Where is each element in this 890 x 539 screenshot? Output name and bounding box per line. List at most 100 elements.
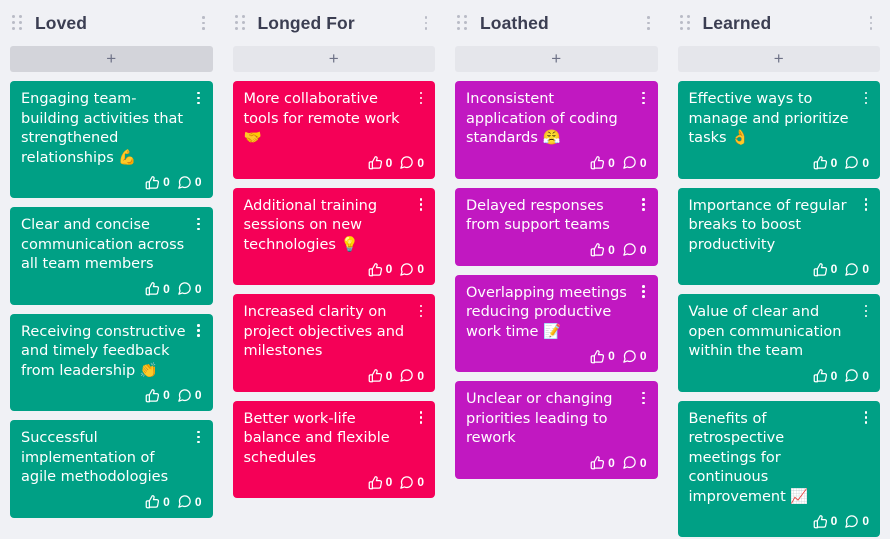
card-menu-icon[interactable] bbox=[860, 90, 872, 106]
like-button[interactable]: 0 bbox=[813, 514, 837, 529]
card-footer: 00 bbox=[466, 454, 647, 472]
comment-button[interactable]: 0 bbox=[844, 155, 869, 170]
like-button[interactable]: 0 bbox=[590, 349, 615, 364]
card-menu-icon[interactable] bbox=[860, 303, 872, 319]
card-menu-icon[interactable] bbox=[193, 90, 205, 106]
retro-card[interactable]: Effective ways to manage and prioritize … bbox=[677, 81, 880, 179]
card-menu-icon[interactable] bbox=[193, 429, 205, 445]
like-button[interactable]: 0 bbox=[368, 262, 392, 277]
board-column-learned: Learned + Effective ways to manage and pri… bbox=[668, 0, 890, 539]
comment-button[interactable]: 0 bbox=[622, 155, 647, 170]
comment-bubble-icon bbox=[177, 281, 192, 296]
add-card-button[interactable]: + bbox=[10, 46, 213, 72]
card-menu-icon[interactable] bbox=[415, 197, 427, 213]
retro-card[interactable]: Inconsistent application of coding stand… bbox=[455, 81, 658, 179]
add-card-button[interactable]: + bbox=[677, 46, 880, 72]
column-menu-icon[interactable] bbox=[419, 14, 433, 32]
like-button[interactable]: 0 bbox=[368, 368, 392, 383]
drag-handle-icon[interactable] bbox=[679, 15, 694, 31]
card-menu-icon[interactable] bbox=[193, 323, 205, 339]
retro-card[interactable]: Delayed responses from support teams 0 0 bbox=[455, 187, 658, 266]
like-button[interactable]: 0 bbox=[368, 475, 393, 490]
card-menu-icon[interactable] bbox=[193, 216, 205, 232]
comment-button[interactable]: 0 bbox=[399, 475, 424, 490]
comment-bubble-icon bbox=[844, 262, 859, 277]
comment-button[interactable]: 0 bbox=[177, 281, 202, 296]
comment-button[interactable]: 0 bbox=[177, 388, 202, 403]
retro-card[interactable]: Unclear or changing priorities leading t… bbox=[455, 381, 658, 479]
card-menu-icon[interactable] bbox=[638, 90, 650, 106]
comment-button[interactable]: 0 bbox=[622, 349, 647, 364]
card-footer: 00 bbox=[689, 154, 869, 172]
retro-card[interactable]: Increased clarity on project objectives … bbox=[232, 294, 435, 392]
card-menu-icon[interactable] bbox=[860, 197, 872, 213]
comment-bubble-icon bbox=[399, 262, 414, 277]
column-menu-icon[interactable] bbox=[197, 14, 211, 32]
card-menu-icon[interactable] bbox=[415, 410, 427, 426]
comment-count: 0 bbox=[417, 475, 424, 489]
card-menu-icon[interactable] bbox=[415, 303, 427, 319]
card-menu-icon[interactable] bbox=[638, 284, 650, 300]
like-count: 0 bbox=[163, 281, 170, 296]
drag-handle-icon[interactable] bbox=[457, 15, 471, 31]
retro-card[interactable]: Clear and concise communication across a… bbox=[10, 207, 213, 305]
add-card-button[interactable]: + bbox=[232, 46, 435, 72]
comment-button[interactable]: 0 bbox=[399, 155, 424, 170]
retro-card[interactable]: Successful implementation of agile metho… bbox=[10, 420, 213, 518]
column-header: Loathed bbox=[455, 0, 658, 46]
comment-button[interactable]: 0 bbox=[844, 514, 869, 529]
retro-card[interactable]: Additional training sessions on new tech… bbox=[232, 187, 435, 285]
comment-button[interactable]: 0 bbox=[622, 455, 647, 470]
comment-count: 0 bbox=[862, 262, 869, 276]
retro-card[interactable]: Engaging team-building activities that s… bbox=[10, 81, 213, 198]
like-count: 0 bbox=[608, 455, 615, 470]
like-button[interactable]: 0 bbox=[813, 155, 837, 170]
like-button[interactable]: 0 bbox=[145, 494, 170, 509]
like-button[interactable]: 0 bbox=[590, 155, 615, 170]
comment-button[interactable]: 0 bbox=[844, 262, 869, 277]
card-list: Engaging team-building activities that s… bbox=[10, 81, 213, 539]
comment-button[interactable]: 0 bbox=[399, 262, 424, 277]
add-card-button[interactable]: + bbox=[455, 46, 658, 72]
comment-button[interactable]: 0 bbox=[622, 242, 647, 257]
like-button[interactable]: 0 bbox=[368, 155, 392, 170]
like-button[interactable]: 0 bbox=[590, 455, 615, 470]
drag-handle-icon[interactable] bbox=[12, 15, 26, 31]
like-button[interactable]: 0 bbox=[813, 368, 837, 383]
retro-card[interactable]: Importance of regular breaks to boost pr… bbox=[677, 187, 880, 285]
retro-card[interactable]: Benefits of retrospective meetings for c… bbox=[677, 400, 880, 537]
comment-button[interactable]: 0 bbox=[177, 175, 202, 190]
like-button[interactable]: 0 bbox=[813, 262, 837, 277]
comment-count: 0 bbox=[862, 368, 869, 383]
column-menu-icon[interactable] bbox=[864, 14, 878, 32]
like-button[interactable]: 0 bbox=[590, 242, 615, 257]
card-text: Clear and concise communication across a… bbox=[21, 217, 185, 272]
retro-card[interactable]: Better work-life balance and flexible sc… bbox=[232, 400, 435, 498]
retro-card[interactable]: More collaborative tools for remote work… bbox=[232, 81, 435, 179]
card-footer: 00 bbox=[21, 173, 202, 191]
like-count: 0 bbox=[385, 475, 393, 489]
retro-card[interactable]: Overlapping meetings reducing productive… bbox=[455, 274, 658, 372]
card-menu-icon[interactable] bbox=[415, 90, 427, 106]
like-button[interactable]: 0 bbox=[145, 388, 170, 403]
card-menu-icon[interactable] bbox=[860, 410, 872, 426]
card-menu-icon[interactable] bbox=[638, 390, 650, 406]
column-title: Longed For bbox=[257, 12, 355, 33]
card-menu-icon[interactable] bbox=[638, 197, 650, 213]
thumbs-up-icon bbox=[368, 262, 383, 277]
comment-button[interactable]: 0 bbox=[844, 368, 869, 383]
thumbs-up-icon bbox=[145, 281, 160, 296]
comment-button[interactable]: 0 bbox=[399, 368, 424, 383]
card-text: Unclear or changing priorities leading t… bbox=[466, 391, 613, 446]
retro-card[interactable]: Receiving constructive and timely feedba… bbox=[10, 313, 213, 411]
like-button[interactable]: 0 bbox=[145, 281, 170, 296]
column-menu-icon[interactable] bbox=[642, 14, 656, 32]
like-button[interactable]: 0 bbox=[145, 175, 170, 190]
column-title: Loathed bbox=[480, 12, 549, 33]
comment-button[interactable]: 0 bbox=[177, 494, 202, 509]
card-text: Additional training sessions on new tech… bbox=[243, 197, 378, 253]
drag-handle-icon[interactable] bbox=[234, 15, 249, 31]
card-text: Increased clarity on project objectives … bbox=[243, 304, 405, 359]
retro-card[interactable]: Value of clear and open communication wi… bbox=[677, 294, 880, 392]
card-text: Better work-life balance and flexible sc… bbox=[243, 410, 390, 466]
